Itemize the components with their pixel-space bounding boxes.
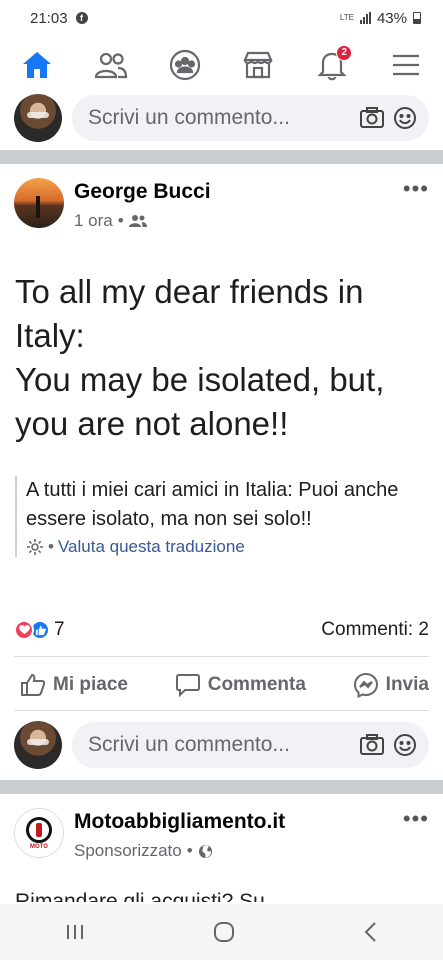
back-icon[interactable] xyxy=(363,921,379,943)
like-label: Mi piace xyxy=(53,674,128,695)
nav-groups[interactable] xyxy=(155,37,215,93)
lte-icon: LTE xyxy=(339,13,354,22)
status-bar: 21:03 f LTE 43% xyxy=(0,0,443,36)
translation-block: A tutti i miei cari amici in Italia: Puo… xyxy=(15,476,425,557)
author-avatar[interactable] xyxy=(14,178,64,228)
messenger-icon xyxy=(353,672,378,698)
emoji-icon[interactable] xyxy=(393,106,417,130)
nav-notifications[interactable]: 2 xyxy=(302,37,362,93)
comment-placeholder: Scrivi un commento... xyxy=(88,106,290,129)
divider xyxy=(14,710,429,711)
post-time[interactable]: 1 ora xyxy=(74,211,113,231)
battery-percent: 43% xyxy=(376,9,407,27)
avatar[interactable] xyxy=(14,721,62,769)
android-nav-bar xyxy=(0,904,443,960)
comment-row-top: Scrivi un commento... xyxy=(0,88,443,148)
sponsored-label[interactable]: Sponsorizzato xyxy=(74,841,182,861)
groups-icon xyxy=(169,49,200,80)
camera-icon[interactable] xyxy=(359,734,385,756)
post-header: George Bucci 1 ora • ••• xyxy=(0,164,443,240)
hamburger-menu-icon xyxy=(393,54,420,75)
post-text-content: To all my dear friends in Italy: You may… xyxy=(15,273,385,442)
gear-icon xyxy=(27,539,43,555)
signal-icon xyxy=(359,12,371,24)
post-text: To all my dear friends in Italy: You may… xyxy=(15,270,430,446)
sponsor-logo[interactable]: MOTO xyxy=(14,808,64,858)
send-label: Invia xyxy=(385,674,429,695)
camera-icon[interactable] xyxy=(359,107,385,129)
sponsored-post-header: MOTO Motoabbigliamento.it Sponsorizzato … xyxy=(0,794,443,870)
more-options-icon[interactable]: ••• xyxy=(403,178,429,200)
home-icon xyxy=(22,51,51,78)
nav-friends[interactable] xyxy=(81,37,141,93)
globe-icon xyxy=(198,844,212,858)
nav-marketplace[interactable] xyxy=(228,37,288,93)
battery-icon xyxy=(413,12,421,24)
home-button-icon[interactable] xyxy=(213,921,235,943)
feed-separator xyxy=(0,780,443,794)
divider xyxy=(14,656,429,657)
post-author[interactable]: George Bucci xyxy=(74,180,393,204)
marketplace-icon xyxy=(243,51,274,78)
nav-home[interactable] xyxy=(2,37,71,94)
comment-placeholder: Scrivi un commento... xyxy=(88,733,290,756)
feed-separator xyxy=(0,150,443,164)
facebook-notification-icon: f xyxy=(75,12,88,24)
translation-text: A tutti i miei cari amici in Italia: Puo… xyxy=(26,479,399,530)
post-actions: Mi piace Commenta Invia xyxy=(0,662,443,708)
sponsor-name[interactable]: Motoabbigliamento.it xyxy=(74,810,393,834)
friends-privacy-icon xyxy=(128,215,147,227)
friends-icon xyxy=(94,52,127,78)
notification-badge: 2 xyxy=(336,44,353,61)
nav-menu[interactable] xyxy=(376,37,436,93)
comments-count[interactable]: Commenti: 2 xyxy=(321,619,429,641)
sponsored-post-text: Rimandare gli acquisti? Su xyxy=(15,890,265,902)
comment-row: Scrivi un commento... xyxy=(0,715,443,775)
moto-logo-text: MOTO xyxy=(30,843,48,850)
send-button[interactable]: Invia xyxy=(353,672,429,698)
reactions-summary[interactable]: 7 xyxy=(14,619,65,641)
comment-label: Commenta xyxy=(207,674,306,695)
comment-icon xyxy=(175,674,200,697)
reaction-count: 7 xyxy=(54,619,65,640)
status-time: 21:03 xyxy=(30,9,68,27)
avatar[interactable] xyxy=(14,94,62,142)
love-reaction-icon xyxy=(14,620,34,640)
comment-input[interactable]: Scrivi un commento... xyxy=(72,95,429,141)
thumbs-up-icon xyxy=(21,673,46,696)
main-nav-bar: 2 xyxy=(0,36,443,94)
moto-logo-icon xyxy=(26,816,52,843)
rate-translation-link[interactable]: Valuta questa traduzione xyxy=(58,537,245,557)
emoji-icon[interactable] xyxy=(393,733,417,757)
comment-input[interactable]: Scrivi un commento... xyxy=(72,722,429,768)
reactions-bar: 7 Commenti: 2 xyxy=(14,616,429,644)
more-options-icon[interactable]: ••• xyxy=(403,808,429,830)
comment-button[interactable]: Commenta xyxy=(175,673,306,697)
like-button[interactable]: Mi piace xyxy=(20,673,128,697)
recent-apps-icon[interactable] xyxy=(64,922,86,942)
